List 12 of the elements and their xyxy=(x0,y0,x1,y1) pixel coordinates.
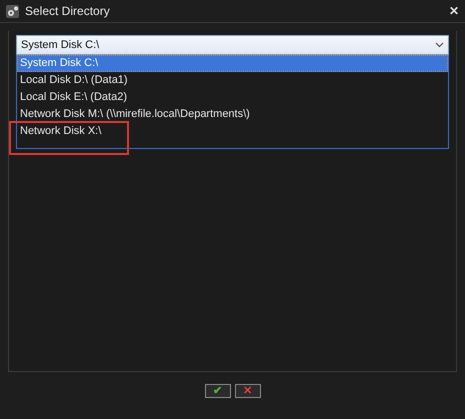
dropdown-option[interactable]: Network Disk M:\ (\\mirefile.local\Departments\) xyxy=(17,106,448,123)
dropdown-option[interactable]: Local Disk E:\ (Data2) xyxy=(17,89,448,106)
dropdown-option[interactable]: Local Disk D:\ (Data1) xyxy=(17,72,448,89)
dropdown-option[interactable]: System Disk C:\ xyxy=(17,55,448,72)
gear-icon xyxy=(6,4,19,18)
close-button[interactable]: ✕ xyxy=(449,4,459,18)
window-title: Select Directory xyxy=(25,4,111,18)
chevron-down-icon xyxy=(435,42,444,48)
confirm-button[interactable]: ✔ xyxy=(204,384,230,398)
dropdown-value: System Disk C:\ xyxy=(21,39,100,51)
drive-dropdown[interactable]: System Disk C:\ xyxy=(16,35,449,55)
dropdown-option[interactable]: Network Disk X:\ xyxy=(17,123,448,140)
